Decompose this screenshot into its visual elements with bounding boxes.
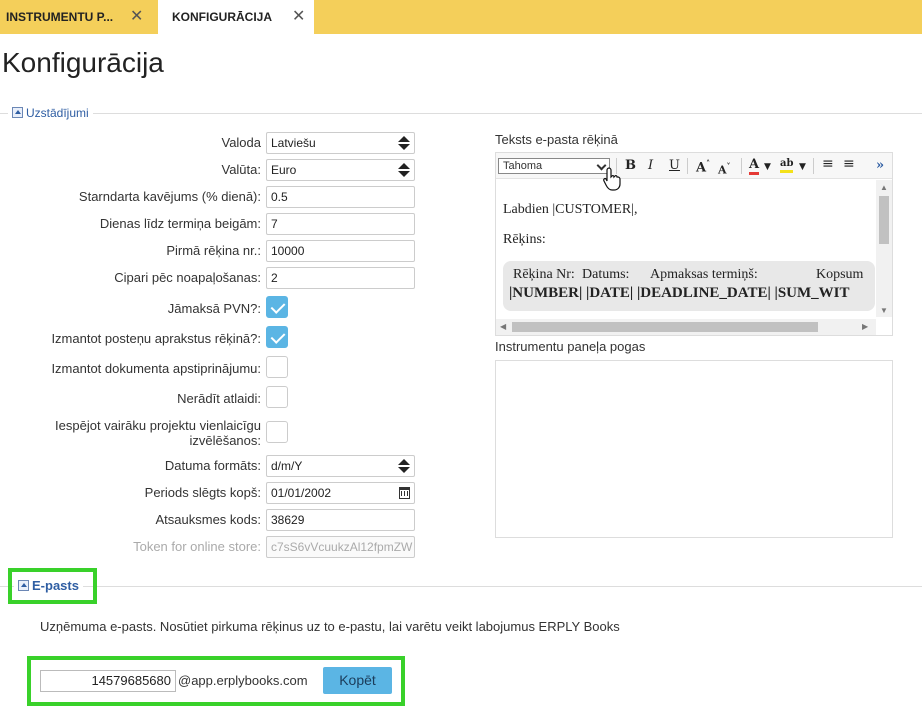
vertical-scrollbar[interactable]: ▲ ▼ — [876, 180, 892, 317]
email-domain: @app.erplybooks.com — [178, 673, 308, 688]
highlight-color-icon[interactable]: ab — [780, 158, 794, 173]
underline-icon[interactable]: U — [669, 158, 680, 173]
email-text-editor[interactable]: Tahoma B I U A˄ A˅ A ▼ ab ▼ ≡ ≡ » Labdie… — [495, 152, 893, 336]
chevron-down-icon[interactable]: ▼ — [764, 162, 771, 172]
vat-payable-label: Jāmaksā PVN?: — [167, 301, 261, 316]
email-text-label: Teksts e-pasta rēķinā — [495, 132, 618, 147]
scroll-up-icon[interactable]: ▲ — [880, 183, 888, 192]
days-until-due-label: Dienas līdz termiņa beigām: — [99, 216, 261, 231]
fieldset-divider — [0, 586, 922, 587]
date-format-label: Datuma formāts: — [164, 458, 261, 473]
email-legend-label: E-pasts — [32, 578, 79, 593]
collapse-icon[interactable] — [12, 107, 23, 118]
feedback-code-label: Atsauksmes kods: — [155, 512, 262, 527]
first-invoice-number-label: Pirmā rēķina nr.: — [166, 243, 261, 258]
settings-legend-label: Uzstādījumi — [26, 106, 89, 120]
grow-font-icon[interactable]: A˄ — [696, 158, 710, 175]
align-left-icon[interactable]: ≡ — [822, 156, 834, 172]
hide-discount-label: Nerādīt atlaidi: — [177, 391, 261, 406]
table-header: Datums: — [582, 267, 630, 282]
tab-bar: INSTRUMENTU P... ✕ KONFIGURĀCIJA ✕ — [0, 0, 922, 34]
email-prefix-input[interactable]: 14579685680 — [40, 670, 176, 692]
language-select[interactable]: Latviešu — [266, 132, 415, 154]
table-header: Kopsum — [816, 267, 864, 282]
token-label: Token for online store: — [133, 539, 261, 554]
grow-font-glyph: A — [696, 160, 707, 176]
scrollbar-thumb[interactable] — [512, 322, 818, 332]
collapse-icon[interactable] — [18, 580, 29, 591]
use-item-descriptions-label: Izmantot posteņu aprakstus rēķinā?: — [51, 331, 261, 346]
greeting-text: Labdien |CUSTOMER|, — [503, 202, 638, 217]
scrollbar-thumb[interactable] — [879, 196, 889, 244]
scroll-down-icon[interactable]: ▼ — [880, 306, 888, 315]
toolbar-divider — [813, 158, 814, 174]
rounding-digits-input[interactable]: 2 — [266, 267, 415, 289]
table-header: Rēķina Nr: — [513, 267, 575, 282]
tab-instrumentu-panelis[interactable]: INSTRUMENTU P... ✕ — [0, 0, 152, 34]
font-color-icon[interactable]: A — [749, 158, 760, 175]
close-icon[interactable]: ✕ — [130, 0, 143, 34]
fieldset-divider — [0, 113, 922, 114]
multiple-projects-label: Iespējot vairāku projektu vienlaicīgu iz… — [55, 418, 261, 448]
tab-konfiguracija[interactable]: KONFIGURĀCIJA ✕ — [158, 0, 314, 34]
default-penalty-input[interactable]: 0.5 — [266, 186, 415, 208]
multiple-projects-checkbox[interactable] — [266, 421, 288, 443]
table-header: Apmaksas termiņš: — [650, 267, 758, 282]
tab-label: KONFIGURĀCIJA — [172, 10, 273, 24]
invoice-label-text: Rēķins: — [503, 232, 546, 247]
align-center-icon[interactable]: ≡ — [843, 156, 855, 172]
language-label: Valoda — [221, 135, 261, 150]
font-family-select[interactable]: Tahoma — [498, 158, 610, 174]
document-approval-checkbox[interactable] — [266, 356, 288, 378]
email-description: Uzņēmuma e-pasts. Nosūtiet pirkuma rēķin… — [40, 619, 620, 634]
vat-payable-checkbox[interactable] — [266, 296, 288, 318]
italic-icon[interactable]: I — [648, 158, 653, 173]
more-icon[interactable]: » — [876, 158, 884, 173]
calendar-icon[interactable] — [399, 487, 410, 499]
bold-icon[interactable]: B — [625, 158, 636, 173]
toolbar-buttons-panel[interactable] — [495, 360, 893, 538]
copy-button[interactable]: Kopēt — [323, 667, 392, 694]
table-values: |NUMBER| |DATE| |DEADLINE_DATE| |SUM_WIT — [509, 285, 850, 301]
scroll-right-icon[interactable]: ▶ — [862, 322, 868, 331]
rounding-digits-label: Cipari pēc noapaļošanas: — [114, 270, 261, 285]
hide-discount-checkbox[interactable] — [266, 386, 288, 408]
date-format-select[interactable]: d/m/Y — [266, 455, 415, 477]
currency-select[interactable]: Euro — [266, 159, 415, 181]
scroll-left-icon[interactable]: ◀ — [500, 322, 506, 331]
shrink-font-glyph: A — [718, 163, 727, 177]
page-title: Konfigurācija — [2, 47, 164, 78]
toolbar-divider — [741, 158, 742, 174]
shrink-font-icon[interactable]: A˅ — [718, 161, 731, 177]
chevron-down-icon[interactable]: ▼ — [799, 162, 806, 172]
days-until-due-input[interactable]: 7 — [266, 213, 415, 235]
period-closed-label: Periods slēgts kopš: — [144, 485, 261, 500]
invoice-table: Rēķina Nr: Datums: Apmaksas termiņš: Kop… — [503, 261, 875, 311]
default-penalty-label: Starndarta kavējums (% dienā): — [78, 189, 261, 204]
tab-label: INSTRUMENTU P... — [6, 10, 114, 24]
feedback-code-input[interactable]: 38629 — [266, 509, 415, 531]
settings-legend[interactable]: Uzstādījumi — [8, 106, 93, 120]
first-invoice-number-input[interactable]: 10000 — [266, 240, 415, 262]
period-closed-value: 01/01/2002 — [271, 486, 332, 500]
hand-cursor-icon — [603, 167, 621, 191]
currency-label: Valūta: — [221, 162, 261, 177]
editor-toolbar: Tahoma B I U A˄ A˅ A ▼ ab ▼ ≡ ≡ » — [496, 153, 892, 179]
toolbar-divider — [687, 158, 688, 174]
use-item-descriptions-checkbox[interactable] — [266, 326, 288, 348]
token-input: c7sS6vVcuukzAl12fpmZW — [266, 536, 415, 558]
toolbar-buttons-label: Instrumentu paneļa pogas — [495, 339, 646, 354]
horizontal-scrollbar[interactable]: ◀ ▶ — [496, 319, 876, 335]
email-legend[interactable]: E-pasts — [14, 578, 83, 593]
period-closed-input[interactable]: 01/01/2002 — [266, 482, 415, 504]
document-approval-label: Izmantot dokumenta apstiprinājumu: — [51, 361, 261, 376]
editor-content[interactable]: Labdien |CUSTOMER|, Rēķins: Rēķina Nr: D… — [496, 180, 876, 317]
close-icon[interactable]: ✕ — [292, 0, 305, 34]
